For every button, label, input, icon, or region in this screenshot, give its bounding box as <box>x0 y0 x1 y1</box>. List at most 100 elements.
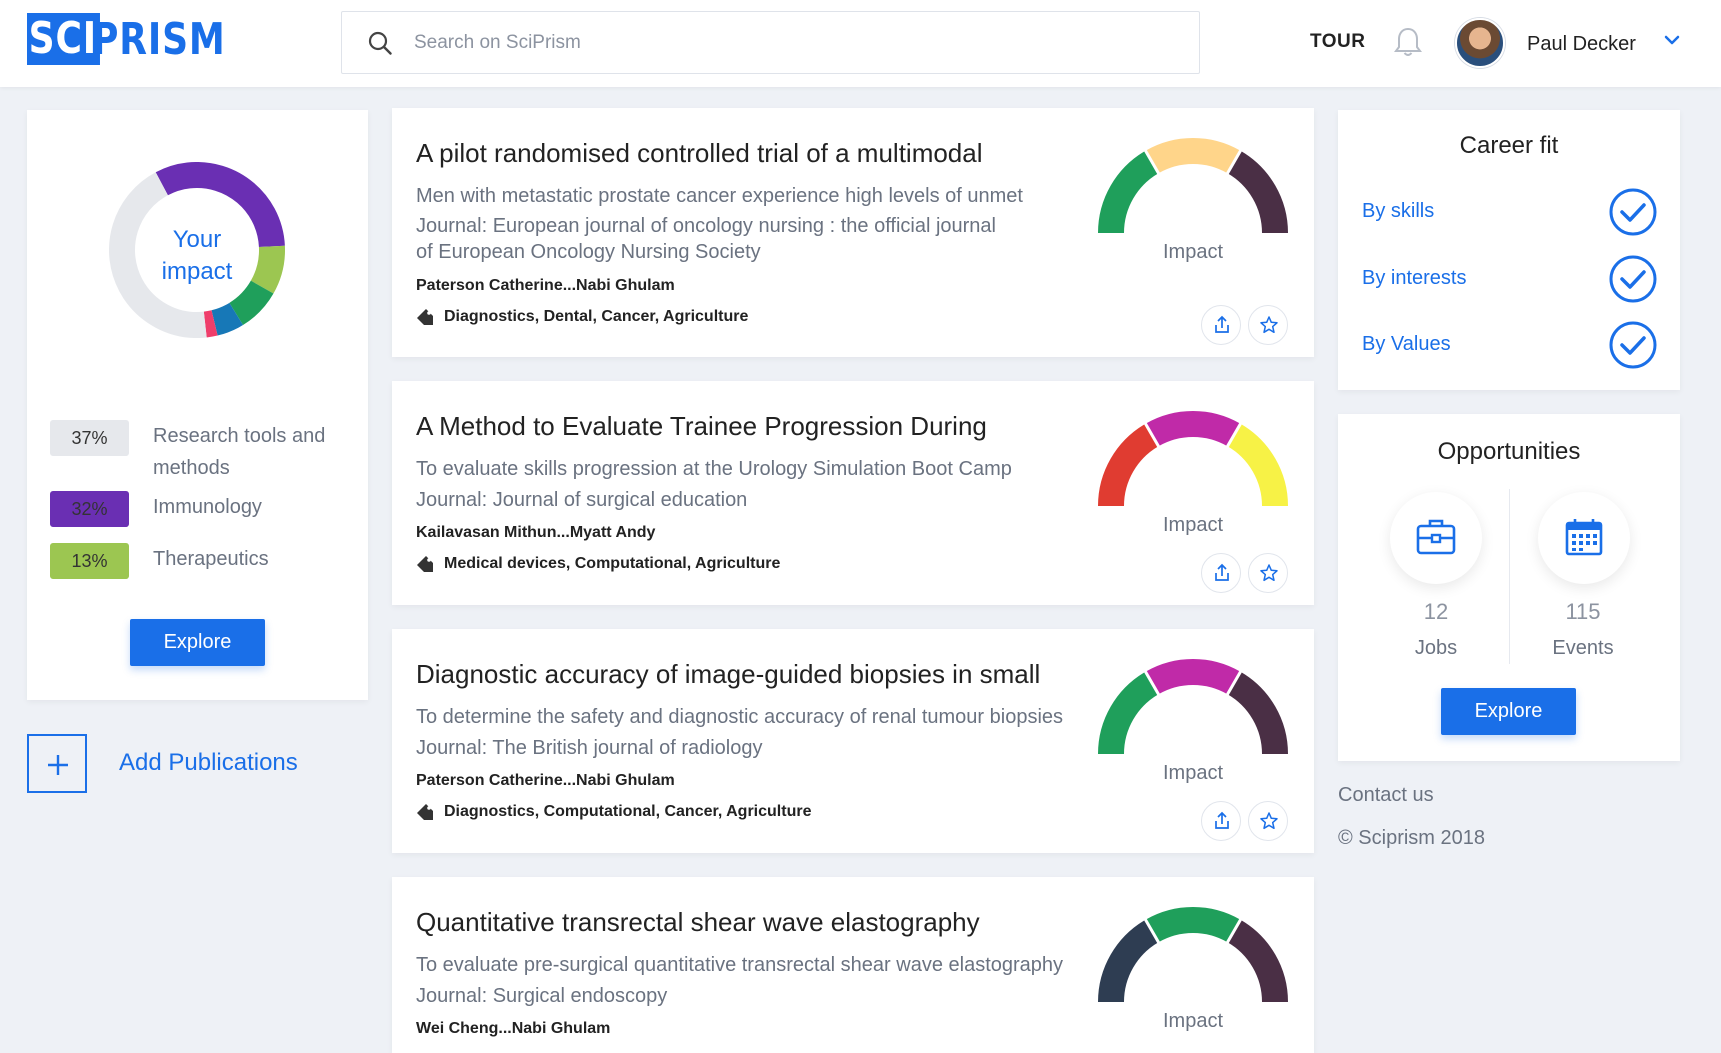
legend-label: Therapeutics <box>153 548 269 570</box>
publication-authors: Kailavasan Mithun...Myatt Andy <box>416 524 656 541</box>
jobs-button[interactable] <box>1390 492 1482 584</box>
publication-card[interactable]: A pilot randomised controlled trial of a… <box>392 108 1314 357</box>
gauge-segment <box>1227 423 1288 507</box>
star-icon <box>1260 316 1278 334</box>
legend-percent: 13% <box>50 543 129 579</box>
publication-tags: Medical devices, Computational, Agricult… <box>416 555 780 573</box>
events-label[interactable]: Events <box>1523 637 1643 660</box>
share-button[interactable] <box>1201 801 1241 841</box>
publication-tags: Diagnostics, Computational, Cancer, Agri… <box>416 803 811 821</box>
impact-gauge <box>1098 138 1288 234</box>
impact-gauge-label: Impact <box>1162 762 1224 784</box>
gauge-segment <box>1227 671 1288 755</box>
gauge-segment <box>1227 150 1288 234</box>
tag-icon <box>417 556 433 572</box>
briefcase-icon <box>1416 519 1456 555</box>
user-name[interactable]: Paul Decker <box>1527 33 1636 56</box>
calendar-icon <box>1565 519 1603 556</box>
tag-icon <box>417 309 433 325</box>
share-icon <box>1215 811 1229 829</box>
career-fit-card: Career fit By skills By interests By Val… <box>1338 110 1680 390</box>
opportunities-explore-button[interactable]: Explore <box>1441 688 1576 735</box>
publication-journal: Journal: European journal of oncology nu… <box>416 215 996 263</box>
publication-tags-text: Medical devices, Computational, Agricult… <box>444 555 781 572</box>
favorite-button[interactable] <box>1248 801 1288 841</box>
gauge-segment <box>1145 659 1241 695</box>
add-publications-link[interactable]: Add Publications <box>119 749 298 777</box>
legend-item: 32% Immunology <box>50 491 343 527</box>
impact-gauge-label: Impact <box>1162 241 1224 263</box>
career-fit-label[interactable]: By skills <box>1362 200 1434 223</box>
career-fit-label[interactable]: By interests <box>1362 267 1466 290</box>
impact-title-line1: Your <box>172 226 222 253</box>
contact-us-link[interactable]: Contact us <box>1338 784 1434 807</box>
add-publications-button[interactable] <box>27 734 87 793</box>
star-icon <box>1260 564 1278 582</box>
publication-title[interactable]: Quantitative transrectal shear wave elas… <box>416 907 980 938</box>
opportunities-card: Opportunities 12 Jobs 115 Events Explore <box>1338 414 1680 761</box>
top-bar: SCI PRISM TOUR Paul Decker <box>0 0 1721 87</box>
legend-item: 37% Research tools and methods <box>50 420 343 484</box>
jobs-count: 12 <box>1423 599 1449 624</box>
favorite-button[interactable] <box>1248 305 1288 345</box>
career-fit-label[interactable]: By Values <box>1362 333 1451 356</box>
publication-journal: Journal: The British journal of radiolog… <box>416 737 763 759</box>
avatar[interactable] <box>1455 18 1505 68</box>
share-icon <box>1215 563 1229 581</box>
gauge-segment <box>1145 138 1241 174</box>
legend-label: Research tools and methods <box>153 425 326 479</box>
impact-explore-button[interactable]: Explore <box>130 619 265 666</box>
impact-gauge-label: Impact <box>1162 1010 1224 1032</box>
impact-gauge <box>1098 907 1288 1003</box>
impact-title-line2: impact <box>161 258 233 285</box>
search-input[interactable] <box>414 31 1174 54</box>
copyright-text: © Sciprism 2018 <box>1338 827 1486 849</box>
publication-authors: Wei Cheng...Nabi Ghulam <box>416 1020 611 1037</box>
publication-title[interactable]: Diagnostic accuracy of image-guided biop… <box>416 659 1040 690</box>
chevron-down-icon[interactable] <box>1664 34 1680 46</box>
impact-gauge <box>1098 659 1288 755</box>
publication-abstract: To evaluate skills progression at the Ur… <box>416 458 1012 480</box>
check-circle-icon <box>1609 188 1657 236</box>
legend-label: Immunology <box>153 496 262 518</box>
share-button[interactable] <box>1201 553 1241 593</box>
publication-card[interactable]: Diagnostic accuracy of image-guided biop… <box>392 629 1314 853</box>
opportunities-divider <box>1509 489 1510 664</box>
gauge-segment <box>1145 907 1241 943</box>
search-icon <box>368 31 392 55</box>
check-circle-icon <box>1609 321 1657 369</box>
share-button[interactable] <box>1201 305 1241 345</box>
publication-authors: Paterson Catherine...Nabi Ghulam <box>416 277 675 294</box>
gauge-segment <box>1098 150 1159 234</box>
publication-abstract: To determine the safety and diagnostic a… <box>416 706 1064 728</box>
gauge-segment <box>1098 919 1159 1003</box>
publication-authors: Paterson Catherine...Nabi Ghulam <box>416 772 675 789</box>
bell-icon[interactable] <box>1393 26 1423 58</box>
impact-card: Your impact 37% Research tools and metho… <box>27 110 368 700</box>
star-icon <box>1260 812 1278 830</box>
gauge-segment <box>1098 671 1159 755</box>
publication-journal: Journal: Surgical endoscopy <box>416 985 668 1007</box>
career-fit-item[interactable]: By Values <box>1362 320 1658 370</box>
search-bar[interactable] <box>341 11 1200 74</box>
share-icon <box>1215 315 1229 333</box>
opportunities-title: Opportunities <box>1437 438 1581 465</box>
publication-title[interactable]: A Method to Evaluate Trainee Progression… <box>416 411 987 442</box>
publication-card[interactable]: A Method to Evaluate Trainee Progression… <box>392 381 1314 605</box>
jobs-label[interactable]: Jobs <box>1376 637 1496 660</box>
publication-title[interactable]: A pilot randomised controlled trial of a… <box>416 138 983 169</box>
career-fit-item[interactable]: By interests <box>1362 254 1658 304</box>
sciprism-logo[interactable]: SCI PRISM <box>27 13 255 65</box>
favorite-button[interactable] <box>1248 553 1288 593</box>
logo-prism-text: PRISM <box>92 13 227 65</box>
career-fit-item[interactable]: By skills <box>1362 187 1658 237</box>
legend-percent: 37% <box>50 420 129 456</box>
legend-percent: 32% <box>50 491 129 527</box>
impact-title: Your impact <box>109 224 285 288</box>
tour-link[interactable]: TOUR <box>1310 31 1365 53</box>
publication-tags-text: Diagnostics, Dental, Cancer, Agriculture <box>444 308 749 325</box>
events-button[interactable] <box>1538 492 1630 584</box>
impact-gauge-label: Impact <box>1162 514 1224 536</box>
publication-card[interactable]: Quantitative transrectal shear wave elas… <box>392 877 1314 1053</box>
legend-item: 13% Therapeutics <box>50 543 343 579</box>
